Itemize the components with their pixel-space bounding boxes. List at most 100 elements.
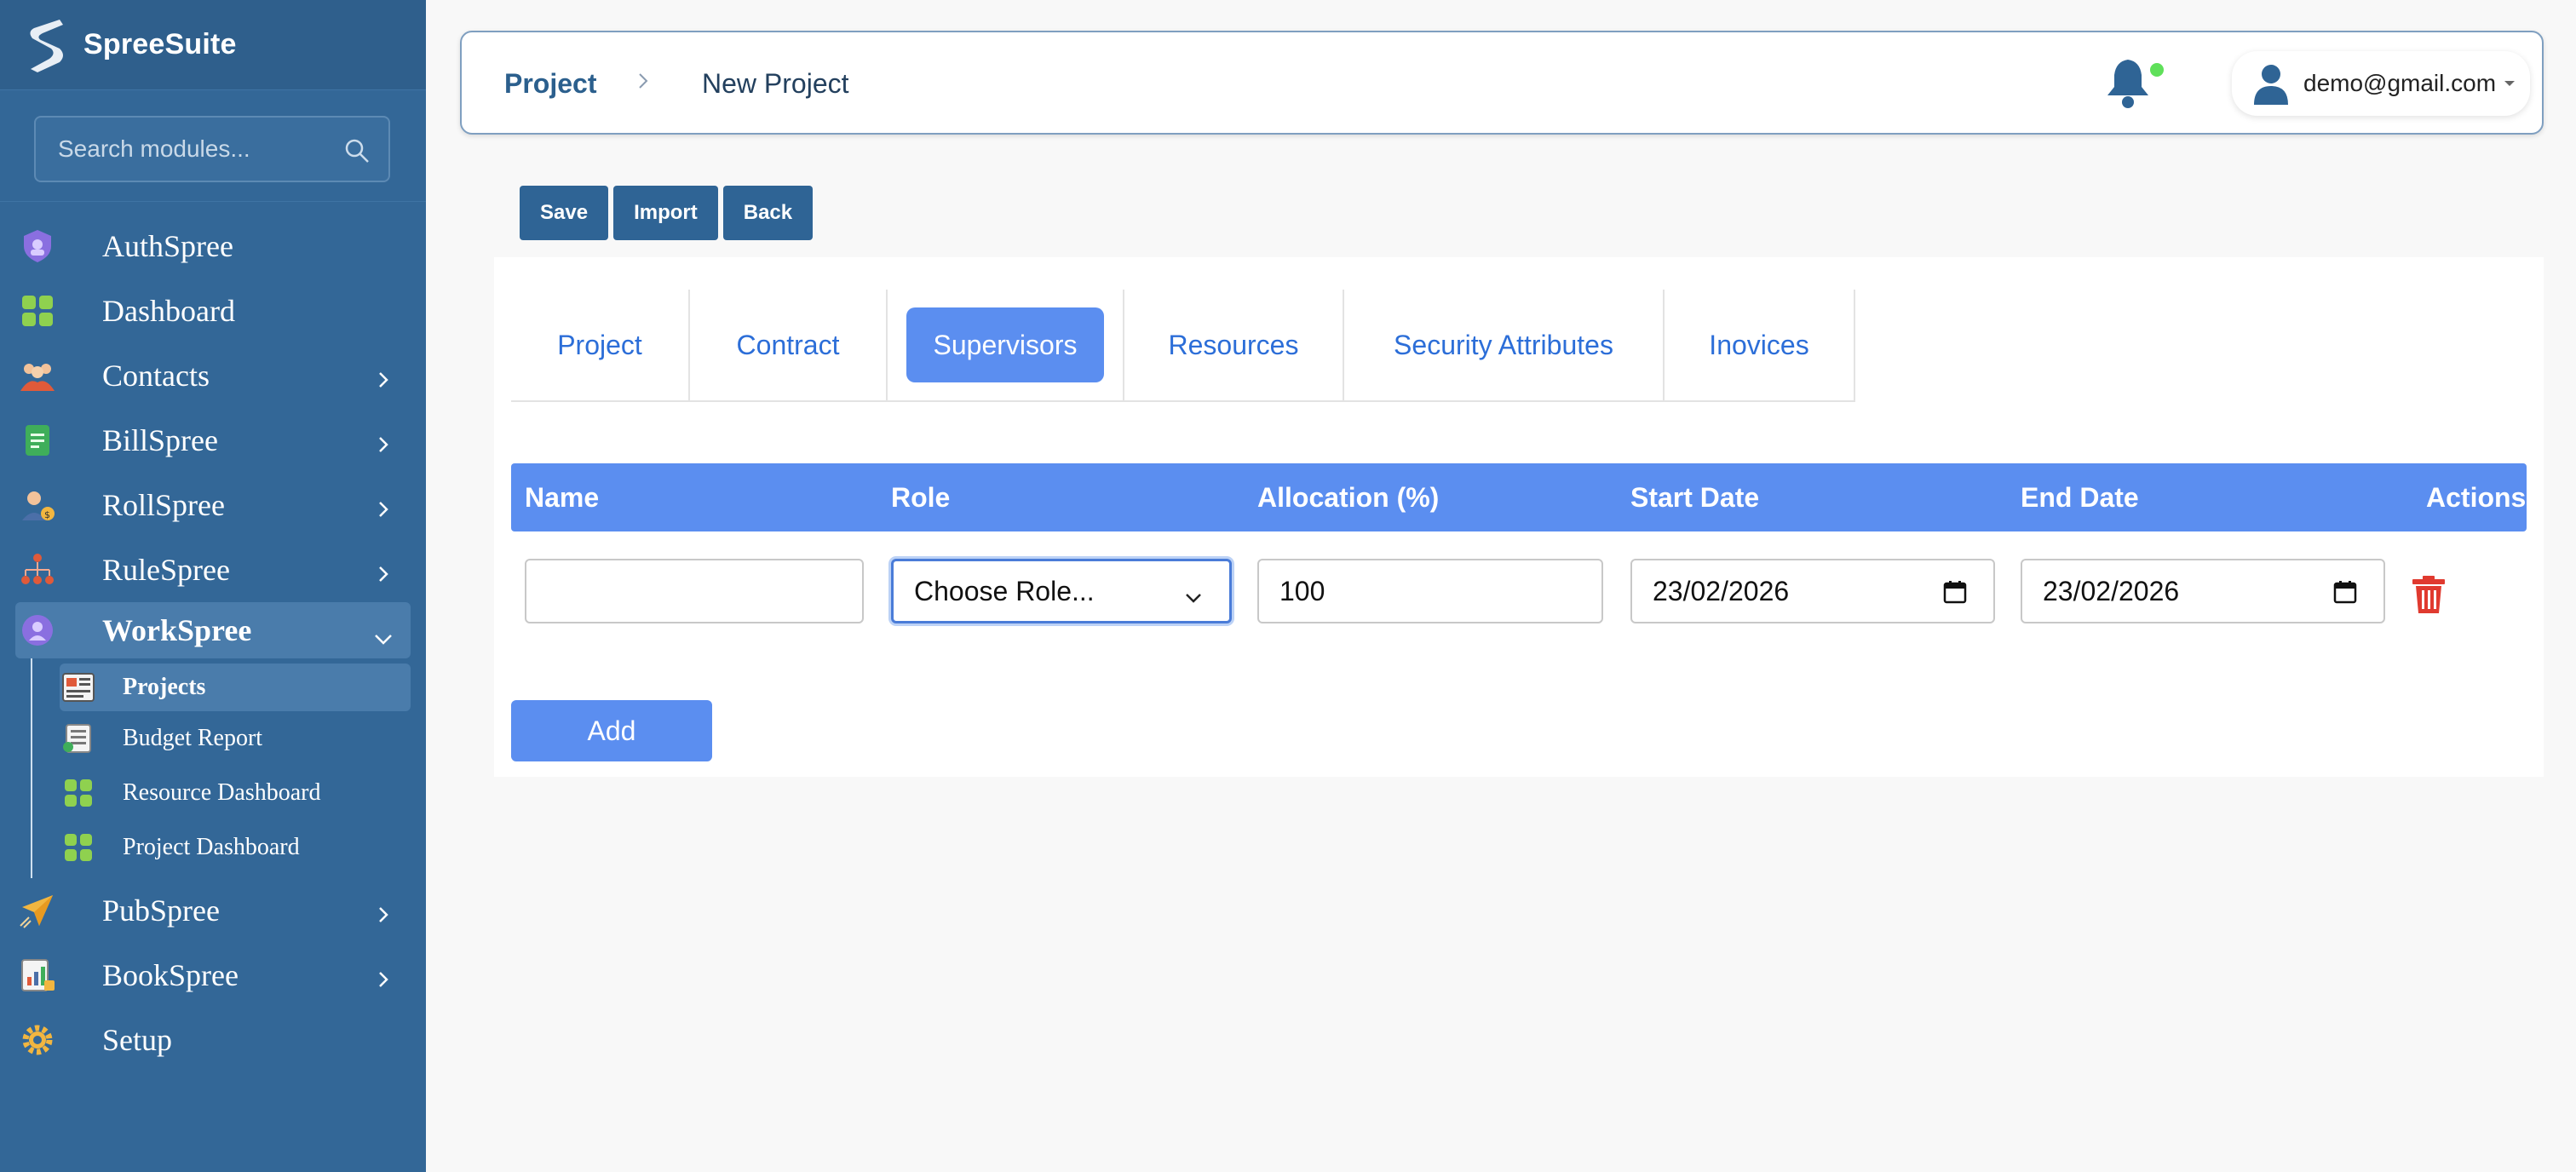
dashboard-icon [61, 830, 95, 865]
sidebar-item-label: Dashboard [102, 294, 235, 328]
sidebar-subitem-budget-report[interactable]: Budget Report [32, 711, 426, 766]
trash-icon[interactable] [2411, 574, 2447, 615]
contacts-icon [19, 357, 56, 394]
tab-label: Inovices [1709, 329, 1809, 360]
start-date-value: 23/02/2026 [1653, 575, 1790, 606]
column-header-allocation: Allocation (%) [1257, 482, 1440, 513]
tab-supervisors[interactable]: Supervisors [888, 290, 1124, 400]
svg-text:$: $ [44, 509, 50, 520]
calendar-icon[interactable] [2332, 579, 2358, 605]
tab-label: Resources [1168, 329, 1299, 360]
sidebar-item-workspree[interactable]: WorkSpree [15, 602, 411, 658]
hierarchy-icon [19, 551, 56, 589]
dashboard-icon [19, 292, 56, 330]
role-select-value: Choose Role... [914, 575, 1095, 606]
add-supervisor-button[interactable]: Add [511, 700, 712, 761]
chevron-down-icon [1183, 583, 1204, 604]
user-avatar-icon [2252, 62, 2290, 105]
tab-inovices[interactable]: Inovices [1665, 290, 1855, 400]
search-area [0, 90, 426, 202]
start-date-input[interactable]: 23/02/2026 [1630, 559, 1995, 623]
user-email: demo@gmail.com [2303, 70, 2497, 96]
table-row: Choose Role... 100 23/02/2026 23/02/2026 [511, 559, 2527, 627]
chevron-right-icon[interactable] [371, 493, 395, 517]
sidebar-item-dashboard[interactable]: Dashboard [0, 279, 426, 343]
sidebar-subitem-label: Budget Report [123, 725, 263, 751]
sidebar-item-label: AuthSpree [102, 229, 233, 263]
tab-bar: Project Contract Supervisors Resources S… [511, 290, 1855, 402]
caret-down-icon [2503, 77, 2516, 90]
end-date-value: 23/02/2026 [2043, 575, 2180, 606]
sidebar-item-pubspree[interactable]: PubSpree [0, 878, 426, 943]
chevron-right-icon[interactable] [371, 963, 395, 987]
spreesuite-logo-icon [26, 16, 65, 74]
tab-contract[interactable]: Contract [690, 290, 888, 400]
column-header-name: Name [525, 482, 600, 513]
chevron-right-icon[interactable] [371, 364, 395, 388]
top-header: Project New Project demo@gmail.com [460, 31, 2544, 135]
sidebar-nav: AuthSpree Dashboard Contacts BillSpree $… [0, 202, 426, 1072]
chevron-down-icon[interactable] [371, 623, 395, 646]
dashboard-icon [61, 776, 95, 810]
brand-name: SpreeSuite [83, 28, 237, 60]
bill-icon [19, 422, 56, 459]
tab-resources[interactable]: Resources [1124, 290, 1344, 400]
sidebar-item-label: WorkSpree [102, 613, 252, 647]
calendar-icon[interactable] [1942, 579, 1968, 605]
sidebar-item-authspree[interactable]: AuthSpree [0, 214, 426, 279]
sidebar-item-setup[interactable]: Setup [0, 1008, 426, 1072]
workspree-subnav: Projects Budget Report Resource Dashboar… [31, 658, 426, 878]
search-icon[interactable] [344, 138, 370, 164]
sidebar-item-label: Setup [102, 1023, 173, 1057]
sidebar-item-billspree[interactable]: BillSpree [0, 408, 426, 473]
allocation-input[interactable]: 100 [1257, 559, 1603, 623]
sidebar-item-label: PubSpree [102, 893, 220, 928]
sidebar-item-label: BookSpree [102, 958, 239, 992]
team-icon [19, 612, 56, 649]
user-menu[interactable]: demo@gmail.com [2232, 51, 2530, 116]
shield-icon [19, 227, 56, 265]
save-button[interactable]: Save [520, 186, 609, 240]
chevron-right-icon[interactable] [371, 899, 395, 922]
tab-security-attributes[interactable]: Security Attributes [1344, 290, 1665, 400]
sidebar-item-rulespree[interactable]: RuleSpree [0, 537, 426, 602]
sidebar: SpreeSuite AuthSpree Dashboard [0, 0, 426, 1172]
search-input[interactable] [36, 118, 388, 181]
sidebar-subitem-projects[interactable]: Projects [60, 664, 411, 711]
app: SpreeSuite AuthSpree Dashboard [0, 0, 2576, 1172]
tab-project[interactable]: Project [511, 290, 690, 400]
payroll-icon: $ [19, 486, 56, 524]
chevron-right-icon [632, 70, 654, 92]
role-select[interactable]: Choose Role... [891, 559, 1232, 623]
sidebar-item-rollspree[interactable]: $ RollSpree [0, 473, 426, 537]
sidebar-subitem-resource-dashboard[interactable]: Resource Dashboard [32, 766, 426, 820]
name-input[interactable] [525, 559, 864, 623]
sidebar-item-label: Contacts [102, 359, 210, 393]
chevron-right-icon[interactable] [371, 558, 395, 582]
chevron-right-icon[interactable] [371, 428, 395, 452]
breadcrumb-root[interactable]: Project [504, 68, 596, 100]
column-header-role: Role [891, 482, 951, 513]
end-date-input[interactable]: 23/02/2026 [2021, 559, 2385, 623]
bell-icon[interactable] [2102, 56, 2153, 111]
supervisors-table-header: Name Role Allocation (%) Start Date End … [511, 463, 2527, 531]
sidebar-item-label: RollSpree [102, 488, 225, 522]
tab-label: Contract [736, 329, 840, 360]
column-header-actions: Actions [2426, 482, 2527, 513]
search-box [34, 116, 390, 182]
brand: SpreeSuite [0, 0, 426, 90]
action-toolbar: Save Import Back [520, 186, 814, 240]
back-button[interactable]: Back [722, 186, 814, 240]
sidebar-item-contacts[interactable]: Contacts [0, 343, 426, 408]
breadcrumb-current: New Project [702, 68, 849, 99]
sidebar-item-label: RuleSpree [102, 553, 230, 587]
column-header-end-date: End Date [2021, 482, 2139, 513]
import-button[interactable]: Import [613, 186, 718, 240]
sidebar-item-label: BillSpree [102, 423, 218, 457]
sidebar-subitem-project-dashboard[interactable]: Project Dashboard [32, 820, 426, 875]
ledger-icon [19, 957, 56, 994]
sidebar-item-bookspree[interactable]: BookSpree [0, 943, 426, 1008]
column-header-start-date: Start Date [1630, 482, 1760, 513]
sidebar-subitem-label: Resource Dashboard [123, 779, 321, 806]
tab-label: Supervisors [906, 307, 1105, 382]
